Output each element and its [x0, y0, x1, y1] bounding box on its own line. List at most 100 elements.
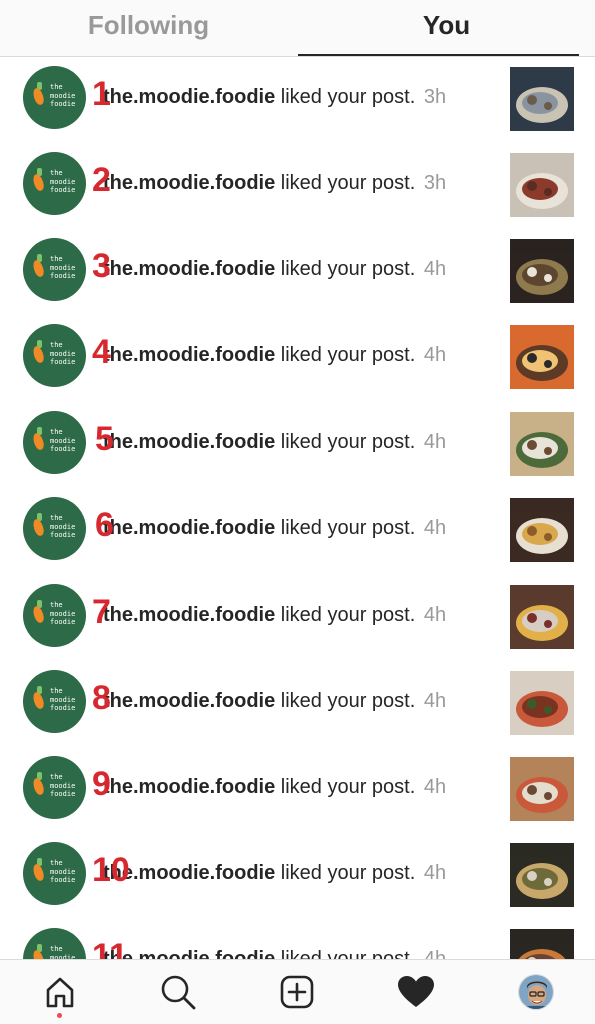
avatar-logo-line: the — [50, 687, 63, 695]
annotation-number: 7 — [92, 593, 111, 631]
post-thumbnail[interactable] — [510, 153, 574, 217]
notification-action: liked your post. — [280, 172, 416, 194]
user-avatar[interactable]: the moodie foodie — [23, 670, 86, 733]
notification-row[interactable]: the moodie foodie the.moodie.foodie like… — [0, 833, 595, 919]
avatar-logo-line: moodie — [50, 695, 76, 704]
post-thumbnail[interactable] — [510, 585, 574, 649]
tab-you[interactable]: You — [298, 0, 595, 56]
notification-row[interactable]: the moodie foodie the.moodie.foodie like… — [0, 57, 595, 143]
annotation-number: 5 — [95, 420, 114, 458]
post-thumbnail[interactable] — [510, 67, 574, 131]
notification-username[interactable]: the.moodie.foodie — [103, 776, 275, 798]
notification-row[interactable]: the moodie foodie the.moodie.foodie like… — [0, 229, 595, 315]
post-thumbnail[interactable] — [510, 757, 574, 821]
carrot-shape — [31, 87, 46, 106]
notification-time: 4h — [423, 431, 447, 453]
notification-text: the.moodie.foodie liked your post. 4h — [103, 861, 446, 885]
notification-action: liked your post. — [280, 776, 416, 798]
avatar-logo-line: the — [50, 514, 63, 522]
avatar-logo-line: foodie — [50, 790, 76, 798]
notification-row[interactable]: the moodie foodie the.moodie.foodie like… — [0, 575, 595, 661]
post-thumbnail[interactable] — [510, 498, 574, 562]
avatar-logo-line: moodie — [50, 91, 76, 100]
notification-username[interactable]: the.moodie.foodie — [103, 172, 275, 194]
carrot-shape — [31, 432, 46, 451]
post-thumbnail[interactable] — [510, 325, 574, 389]
annotation-number: 8 — [92, 679, 111, 717]
user-avatar[interactable]: the moodie foodie — [23, 842, 86, 905]
notification-username[interactable]: the.moodie.foodie — [103, 604, 275, 626]
post-thumbnail[interactable] — [510, 412, 574, 476]
annotation-number: 4 — [92, 333, 111, 371]
avatar-logo-line: the — [50, 341, 63, 349]
post-thumbnail[interactable] — [510, 239, 574, 303]
carrot-shape — [31, 691, 46, 710]
notification-row[interactable]: the moodie foodie the.moodie.foodie like… — [0, 661, 595, 747]
notification-row[interactable]: the moodie foodie the.moodie.foodie like… — [0, 315, 595, 401]
notification-row[interactable]: the moodie foodie the.moodie.foodie like… — [0, 402, 595, 488]
notification-username[interactable]: the.moodie.foodie — [103, 948, 275, 959]
avatar-logo-line: moodie — [50, 177, 76, 186]
notification-username[interactable]: the.moodie.foodie — [103, 86, 275, 108]
notification-username[interactable]: the.moodie.foodie — [103, 344, 275, 366]
avatar-logo-line: foodie — [50, 100, 76, 108]
notification-text: the.moodie.foodie liked your post. 3h — [103, 85, 446, 109]
notification-action: liked your post. — [280, 86, 416, 108]
notification-text: the.moodie.foodie liked your post. 4h — [103, 516, 446, 540]
tab-following[interactable]: Following — [0, 0, 297, 56]
avatar-logo-text: the moodie foodie — [50, 428, 75, 454]
avatar-logo-line: moodie — [50, 522, 76, 531]
avatar-logo-line: the — [50, 601, 63, 609]
avatar-logo-line: moodie — [50, 867, 76, 876]
avatar-logo-line: moodie — [50, 781, 76, 790]
avatar-logo-line: moodie — [50, 436, 76, 445]
user-avatar[interactable]: the moodie foodie — [23, 584, 86, 647]
notification-feed[interactable]: the moodie foodie the.moodie.foodie like… — [0, 57, 595, 959]
post-thumbnail[interactable] — [510, 671, 574, 735]
user-avatar[interactable]: the moodie foodie — [23, 928, 86, 959]
notification-username[interactable]: the.moodie.foodie — [103, 431, 275, 453]
post-thumbnail[interactable] — [510, 929, 574, 959]
home-activity-dot — [57, 1013, 62, 1018]
notification-username[interactable]: the.moodie.foodie — [103, 258, 275, 280]
notification-row[interactable]: the moodie foodie the.moodie.foodie like… — [0, 747, 595, 833]
avatar-logo-line: moodie — [50, 609, 76, 618]
user-avatar[interactable]: the moodie foodie — [23, 756, 86, 819]
notification-time: 4h — [423, 690, 447, 712]
notification-username[interactable]: the.moodie.foodie — [103, 517, 275, 539]
notification-text: the.moodie.foodie liked your post. 4h — [103, 775, 446, 799]
notification-action: liked your post. — [280, 517, 416, 539]
search-icon[interactable] — [156, 970, 200, 1014]
notification-username[interactable]: the.moodie.foodie — [103, 690, 275, 712]
notification-time: 4h — [423, 776, 447, 798]
notification-action: liked your post. — [280, 344, 416, 366]
notification-time: 4h — [423, 258, 447, 280]
user-avatar[interactable]: the moodie foodie — [23, 152, 86, 215]
avatar-logo-line: foodie — [50, 876, 76, 884]
annotation-number: 9 — [92, 765, 111, 803]
user-avatar[interactable]: the moodie foodie — [23, 497, 86, 560]
notification-row[interactable]: the moodie foodie the.moodie.foodie like… — [0, 919, 595, 959]
notification-row[interactable]: the moodie foodie the.moodie.foodie like… — [0, 143, 595, 229]
notification-time: 4h — [423, 344, 447, 366]
notification-action: liked your post. — [280, 862, 416, 884]
post-thumbnail[interactable] — [510, 843, 574, 907]
avatar-logo-line: moodie — [50, 263, 76, 272]
notification-text: the.moodie.foodie liked your post. 4h — [103, 343, 446, 367]
bottom-nav-bar — [0, 959, 595, 1024]
user-avatar[interactable]: the moodie foodie — [23, 324, 86, 387]
activity-heart-icon[interactable] — [394, 970, 438, 1014]
user-avatar[interactable]: the moodie foodie — [23, 66, 86, 129]
home-icon[interactable] — [38, 970, 82, 1014]
notification-text: the.moodie.foodie liked your post. 4h — [103, 430, 446, 454]
profile-avatar[interactable] — [514, 970, 558, 1014]
user-avatar[interactable]: the moodie foodie — [23, 411, 86, 474]
notification-row[interactable]: the moodie foodie the.moodie.foodie like… — [0, 488, 595, 574]
avatar-logo-text: the moodie foodie — [50, 83, 75, 109]
user-avatar[interactable]: the moodie foodie — [23, 238, 86, 301]
carrot-shape — [31, 605, 46, 624]
notification-time: 4h — [423, 604, 447, 626]
new-post-icon[interactable] — [275, 970, 319, 1014]
notification-action: liked your post. — [280, 948, 416, 959]
notification-action: liked your post. — [280, 258, 416, 280]
